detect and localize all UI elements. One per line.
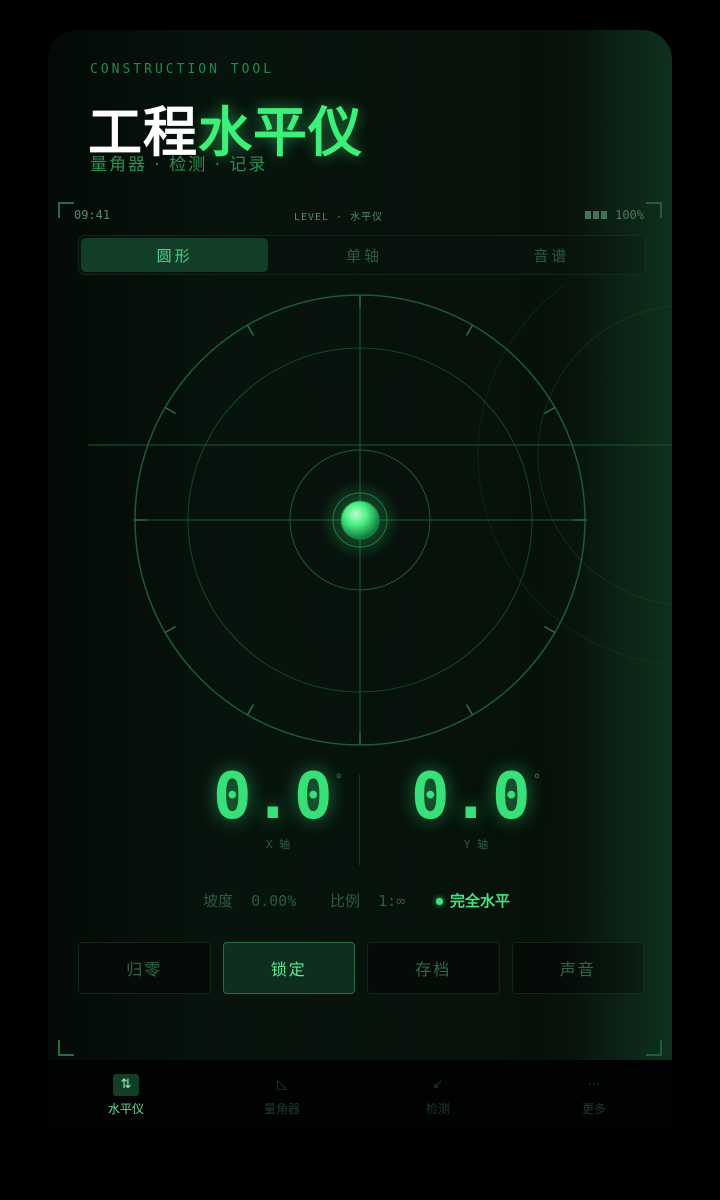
button-label: 归零 [126, 960, 163, 979]
nav-item-more[interactable]: ⋯ 更多 [516, 1060, 672, 1130]
dial-decor [477, 285, 672, 665]
more-icon: ⋯ [587, 1077, 601, 1092]
dial-tick [465, 704, 474, 716]
slope-value: 0.00% [251, 892, 297, 910]
y-axis-readout: 0.0° Y 轴 [376, 760, 576, 852]
nav-label: 更多 [581, 1101, 606, 1116]
ratio-label: 比例 [330, 892, 361, 910]
tab-label: 单轴 [345, 246, 382, 265]
action-bar: 归零 锁定 存档 声音 [78, 942, 644, 994]
level-icon: ⇅ [113, 1073, 139, 1096]
tab-spectrum[interactable]: 音谱 [458, 236, 645, 274]
nav-item-probe[interactable]: ↙ 检测 [360, 1060, 516, 1130]
dial-tick [544, 406, 556, 415]
status-level-label: LEVEL · 水平仪 [294, 212, 384, 223]
y-unit: ° [532, 772, 542, 788]
dial-tick [246, 704, 255, 716]
bottom-nav: ⇅ 水平仪 ◺ 量角器 ↙ 检测 ⋯ 更多 [48, 1060, 672, 1130]
status-battery: 100% [585, 208, 644, 222]
x-axis-label: X 轴 [265, 838, 291, 851]
status-dot-icon [436, 898, 443, 905]
app-card: CONSTRUCTION TOOL 工程水平仪 量角器 · 检测 · 记录 09… [48, 30, 672, 1130]
dial-tick [164, 625, 176, 634]
slope-info: 坡度 0.00% [203, 890, 296, 911]
save-record-button[interactable]: 存档 [367, 942, 500, 994]
dial-tick [246, 324, 255, 336]
mode-tabs: 圆形 单轴 音谱 [78, 235, 646, 275]
dial-tick [544, 625, 556, 634]
ratio-info: 比例 1:∞ [330, 890, 405, 911]
eyebrow-label: CONSTRUCTION TOOL [90, 62, 275, 77]
y-axis-label: Y 轴 [463, 838, 489, 851]
level-bubble [340, 500, 380, 540]
sound-button[interactable]: 声音 [511, 942, 644, 994]
lock-button[interactable]: 锁定 [222, 942, 355, 994]
signal-icon [585, 208, 609, 222]
frame-corner-bl [58, 1040, 74, 1056]
nav-item-protractor[interactable]: ◺ 量角器 [204, 1060, 360, 1130]
y-value: 0.0 [410, 760, 533, 834]
probe-icon: ↙ [432, 1077, 444, 1092]
tab-label: 音谱 [533, 246, 570, 265]
dial-tick [164, 406, 176, 415]
dial-tick [465, 324, 474, 336]
x-axis-readout: 0.0° X 轴 [178, 760, 378, 852]
tab-circle[interactable]: 圆形 [81, 238, 269, 272]
reset-zero-button[interactable]: 归零 [78, 942, 211, 994]
button-label: 声音 [559, 960, 596, 979]
readout-divider [359, 775, 360, 865]
tab-single-axis[interactable]: 单轴 [270, 236, 457, 274]
nav-label: 检测 [425, 1101, 450, 1116]
app-subtitle: 量角器 · 检测 · 记录 [90, 155, 268, 175]
status-bar: 09:41 LEVEL · 水平仪 100% [74, 208, 644, 224]
battery-text: 100% [615, 208, 644, 222]
frame-corner-tl [58, 202, 74, 218]
status-time: 09:41 [74, 208, 111, 222]
button-label: 存档 [415, 960, 452, 979]
level-dial [88, 285, 672, 746]
x-unit: ° [334, 772, 344, 788]
level-state-text: 完全水平 [450, 892, 511, 910]
ratio-value: 1:∞ [378, 892, 406, 910]
nav-label: 量角器 [263, 1101, 300, 1116]
frame-corner-br [646, 1040, 662, 1056]
level-state-badge: 完全水平 [436, 890, 510, 911]
nav-item-level[interactable]: ⇅ 水平仪 [48, 1060, 204, 1130]
frame-corner-tr [646, 202, 662, 218]
nav-label: 水平仪 [107, 1101, 144, 1116]
tab-label: 圆形 [156, 246, 193, 265]
protractor-icon: ◺ [277, 1077, 287, 1092]
slope-label: 坡度 [203, 892, 234, 910]
button-label: 锁定 [270, 960, 307, 979]
x-value: 0.0 [212, 760, 335, 834]
